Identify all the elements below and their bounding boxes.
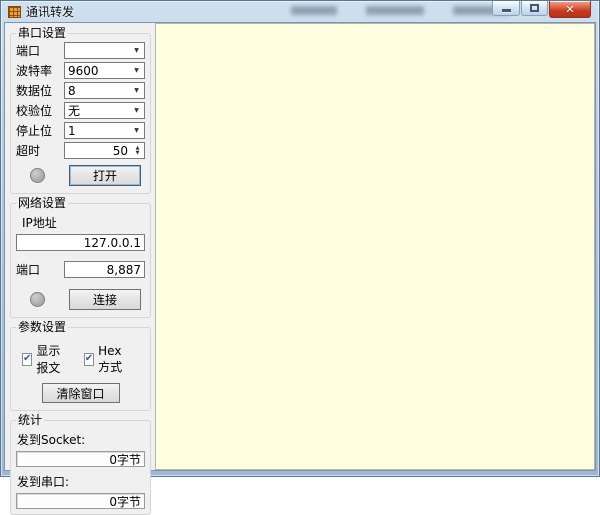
network-status-indicator bbox=[30, 292, 45, 307]
timeout-label: 超时 bbox=[16, 144, 41, 158]
spin-down-icon[interactable]: ▼ bbox=[136, 150, 140, 156]
ip-address-input[interactable]: 127.0.0.1 bbox=[16, 234, 145, 251]
network-settings-group: 网络设置 IP地址 127.0.0.1 端口 8,887 连接 bbox=[10, 196, 151, 318]
sent-to-socket-value: 0字节 bbox=[16, 451, 145, 467]
net-port-value: 8,887 bbox=[106, 262, 141, 277]
baudrate-combo[interactable]: 9600 ▼ bbox=[64, 62, 145, 79]
databits-combo[interactable]: 8 ▼ bbox=[64, 82, 145, 99]
maximize-icon bbox=[530, 4, 539, 12]
chevron-down-icon: ▼ bbox=[134, 67, 139, 74]
stopbits-value: 1 bbox=[68, 123, 76, 138]
checkmark-icon: ✔ bbox=[83, 352, 95, 366]
maximize-button[interactable] bbox=[521, 1, 548, 16]
baudrate-value: 9600 bbox=[68, 63, 99, 78]
hex-mode-label: Hex方式 bbox=[98, 343, 123, 374]
ip-address-value: 127.0.0.1 bbox=[83, 235, 141, 250]
statistics-group: 统计 发到Socket: 0字节 发到串口: 0字节 bbox=[10, 413, 151, 515]
blurred-watermark bbox=[366, 6, 424, 15]
parity-value: 无 bbox=[68, 104, 81, 118]
open-button[interactable]: 打开 bbox=[69, 165, 141, 186]
chevron-down-icon: ▼ bbox=[134, 47, 139, 54]
serial-group-title: 串口设置 bbox=[16, 26, 69, 40]
app-grid-icon bbox=[8, 5, 21, 18]
window-controls: ✕ bbox=[491, 1, 591, 18]
window-title: 通讯转发 bbox=[26, 5, 75, 19]
stopbits-combo[interactable]: 1 ▼ bbox=[64, 122, 145, 139]
parameter-settings-group: 参数设置 ✔ 显示报文 ✔ Hex方式 清除窗口 bbox=[10, 320, 151, 411]
baudrate-label: 波特率 bbox=[16, 64, 53, 78]
clear-window-button[interactable]: 清除窗口 bbox=[41, 383, 120, 403]
ip-address-label: IP地址 bbox=[22, 216, 57, 230]
show-message-checkbox[interactable]: ✔ 显示报文 bbox=[22, 342, 72, 376]
blurred-watermark bbox=[291, 6, 337, 15]
chevron-down-icon: ▼ bbox=[134, 107, 139, 114]
net-port-input[interactable]: 8,887 bbox=[64, 261, 145, 278]
timeout-spinner[interactable]: 50 ▲ ▼ bbox=[64, 142, 145, 159]
titlebar[interactable]: 通讯转发 ✕ bbox=[4, 1, 596, 22]
parity-combo[interactable]: 无 ▼ bbox=[64, 102, 145, 119]
serial-port-label: 端口 bbox=[16, 44, 41, 58]
net-port-label: 端口 bbox=[16, 263, 41, 277]
serial-status-indicator bbox=[30, 168, 45, 183]
serial-settings-group: 串口设置 端口 ▼ 波特率 9600 ▼ 数据位 8 ▼ 校验位 无 ▼ 停止位… bbox=[10, 26, 151, 194]
checkmark-icon: ✔ bbox=[22, 352, 33, 366]
show-message-label: 显示报文 bbox=[36, 344, 61, 375]
sent-to-serial-label: 发到串口: bbox=[17, 475, 70, 489]
network-group-title: 网络设置 bbox=[16, 196, 69, 210]
parity-label: 校验位 bbox=[16, 104, 53, 118]
settings-panel: 串口设置 端口 ▼ 波特率 9600 ▼ 数据位 8 ▼ 校验位 无 ▼ 停止位… bbox=[5, 23, 155, 515]
sent-to-serial-value: 0字节 bbox=[16, 493, 145, 509]
close-icon: ✕ bbox=[565, 2, 575, 16]
sent-to-serial-bytes: 0字节 bbox=[109, 494, 141, 509]
hex-mode-checkbox[interactable]: ✔ Hex方式 bbox=[83, 343, 133, 375]
sent-to-socket-bytes: 0字节 bbox=[109, 452, 141, 467]
databits-value: 8 bbox=[68, 83, 76, 98]
client-area: 串口设置 端口 ▼ 波特率 9600 ▼ 数据位 8 ▼ 校验位 无 ▼ 停止位… bbox=[4, 22, 596, 515]
message-log-area[interactable] bbox=[155, 23, 595, 470]
sent-to-socket-label: 发到Socket: bbox=[17, 433, 86, 447]
chevron-down-icon: ▼ bbox=[134, 87, 139, 94]
serial-port-combo[interactable]: ▼ bbox=[64, 42, 145, 59]
params-group-title: 参数设置 bbox=[16, 320, 69, 334]
connect-button[interactable]: 连接 bbox=[69, 289, 141, 310]
spinner-arrows: ▲ ▼ bbox=[131, 143, 144, 158]
timeout-value: 50 bbox=[112, 143, 128, 158]
app-window: 通讯转发 ✕ 串口设置 端口 ▼ 波特率 9600 ▼ 数据位 8 ▼ 校验位 … bbox=[0, 0, 600, 515]
stopbits-label: 停止位 bbox=[16, 124, 53, 138]
close-button[interactable]: ✕ bbox=[549, 1, 591, 18]
minimize-button[interactable] bbox=[492, 1, 520, 16]
minimize-icon bbox=[501, 9, 511, 12]
databits-label: 数据位 bbox=[16, 84, 53, 98]
stats-group-title: 统计 bbox=[16, 413, 45, 427]
chevron-down-icon: ▼ bbox=[134, 127, 139, 134]
